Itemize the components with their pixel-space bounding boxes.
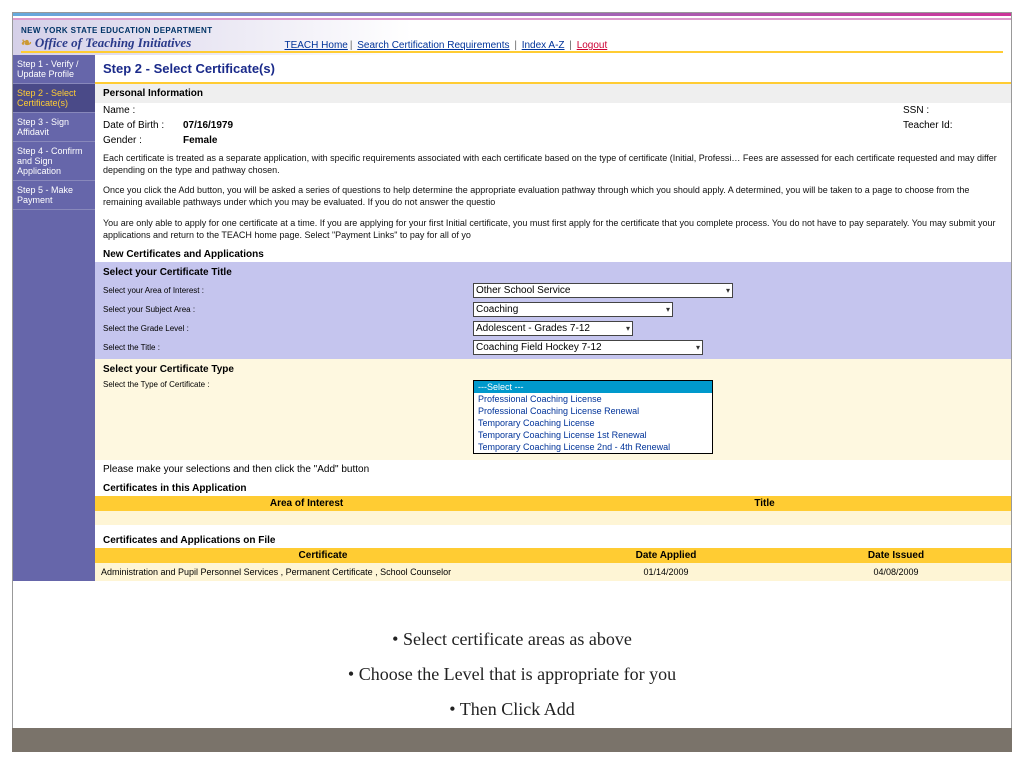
content-area: Step 2 - Select Certificate(s) Personal … bbox=[95, 55, 1011, 581]
file-col-issued: Date Issued bbox=[781, 548, 1011, 563]
cert-type-label: Select the Type of Certificate : bbox=[103, 380, 473, 389]
main-row: Step 1 - Verify / Update Profile Step 2 … bbox=[13, 55, 1011, 581]
app-col-title: Title bbox=[518, 496, 1011, 511]
certs-in-app-header: Certificates in this Application bbox=[95, 479, 1011, 496]
certs-on-file-header: Certificates and Applications on File bbox=[95, 531, 1011, 548]
dept-name: NEW YORK STATE EDUCATION DEPARTMENT bbox=[21, 26, 212, 35]
slide-bottom-bar bbox=[12, 728, 1012, 752]
file-cell-issued: 04/08/2009 bbox=[781, 563, 1011, 581]
instruction-para-1: Each certificate is treated as a separat… bbox=[95, 148, 1011, 180]
app-table-empty-row bbox=[95, 511, 1011, 525]
sidebar-step-1[interactable]: Step 1 - Verify / Update Profile bbox=[13, 55, 95, 84]
instruction-para-3: You are only able to apply for one certi… bbox=[95, 213, 1011, 245]
app-col-area: Area of Interest bbox=[95, 496, 518, 511]
cert-type-option-1[interactable]: Professional Coaching License bbox=[474, 393, 712, 405]
app-header: NEW YORK STATE EDUCATION DEPARTMENT ❧Off… bbox=[13, 20, 1011, 55]
app-table-header: Area of Interest Title bbox=[95, 496, 1011, 511]
sidebar-step-2[interactable]: Step 2 - Select Certificate(s) bbox=[13, 84, 95, 113]
teacher-id-label: Teacher Id: bbox=[903, 120, 1003, 131]
nav-home[interactable]: TEACH Home bbox=[284, 40, 347, 51]
pi-row-gender: Gender : Female bbox=[95, 133, 1011, 148]
subject-area-select[interactable]: Coaching▾ bbox=[473, 302, 673, 317]
file-col-cert: Certificate bbox=[95, 548, 551, 563]
chevron-down-icon: ▾ bbox=[696, 343, 700, 352]
area-interest-label: Select your Area of Interest : bbox=[103, 286, 473, 295]
nav-logout[interactable]: Logout bbox=[577, 40, 608, 51]
chevron-down-icon: ▾ bbox=[726, 286, 730, 295]
grade-level-label: Select the Grade Level : bbox=[103, 324, 473, 333]
bullet-3: Then Click Add bbox=[13, 699, 1011, 720]
sidebar: Step 1 - Verify / Update Profile Step 2 … bbox=[13, 55, 95, 581]
nav-links: TEACH Home| Search Certification Require… bbox=[282, 40, 609, 51]
file-cell-applied: 01/14/2009 bbox=[551, 563, 781, 581]
nav-index[interactable]: Index A-Z bbox=[522, 40, 565, 51]
slide-bullet-list: Select certificate areas as above Choose… bbox=[13, 619, 1011, 734]
dob-value: 07/16/1979 bbox=[183, 120, 523, 131]
bullet-2: Choose the Level that is appropriate for… bbox=[13, 664, 1011, 685]
cert-type-option-select[interactable]: ---Select --- bbox=[474, 381, 712, 393]
cert-type-select-open[interactable]: ---Select --- Professional Coaching Lice… bbox=[473, 380, 713, 454]
name-value bbox=[183, 105, 523, 116]
pi-row-dob: Date of Birth : 07/16/1979 Teacher Id: bbox=[95, 118, 1011, 133]
please-make-selections: Please make your selections and then cli… bbox=[95, 460, 1011, 479]
file-col-applied: Date Applied bbox=[551, 548, 781, 563]
select-cert-title-header: Select your Certificate Title bbox=[95, 264, 1011, 281]
file-cell-cert: Administration and Pupil Personnel Servi… bbox=[95, 563, 551, 581]
select-cert-type-header: Select your Certificate Type bbox=[95, 361, 1011, 378]
new-certs-header: New Certificates and Applications bbox=[95, 245, 1011, 262]
sidebar-step-3[interactable]: Step 3 - Sign Affidavit bbox=[13, 113, 95, 142]
step-title: Step 2 - Select Certificate(s) bbox=[95, 55, 1011, 84]
file-table-row: Administration and Pupil Personnel Servi… bbox=[95, 563, 1011, 581]
leaf-icon: ❧ bbox=[21, 35, 32, 50]
subject-area-label: Select your Subject Area : bbox=[103, 305, 473, 314]
select-cert-title-box: Select your Certificate Title Select you… bbox=[95, 262, 1011, 359]
field-grade-level: Select the Grade Level : Adolescent - Gr… bbox=[95, 319, 1011, 338]
gender-value: Female bbox=[183, 135, 523, 146]
nav-search[interactable]: Search Certification Requirements bbox=[357, 40, 509, 51]
chevron-down-icon: ▾ bbox=[666, 305, 670, 314]
grade-level-select[interactable]: Adolescent - Grades 7-12▾ bbox=[473, 321, 633, 336]
chevron-down-icon: ▾ bbox=[626, 324, 630, 333]
logo-block: NEW YORK STATE EDUCATION DEPARTMENT ❧Off… bbox=[21, 26, 212, 51]
cert-type-option-3[interactable]: Temporary Coaching License bbox=[474, 417, 712, 429]
field-area-interest: Select your Area of Interest : Other Sch… bbox=[95, 281, 1011, 300]
accent-bar-1 bbox=[13, 13, 1011, 16]
select-cert-type-box: Select your Certificate Type Select the … bbox=[95, 359, 1011, 460]
cert-type-option-2[interactable]: Professional Coaching License Renewal bbox=[474, 405, 712, 417]
the-title-select[interactable]: Coaching Field Hockey 7-12▾ bbox=[473, 340, 703, 355]
slide-frame: NEW YORK STATE EDUCATION DEPARTMENT ❧Off… bbox=[12, 12, 1012, 752]
bullet-1: Select certificate areas as above bbox=[13, 629, 1011, 650]
field-the-title: Select the Title : Coaching Field Hockey… bbox=[95, 338, 1011, 357]
area-interest-select[interactable]: Other School Service▾ bbox=[473, 283, 733, 298]
ssn-label: SSN : bbox=[903, 105, 1003, 116]
cert-type-option-5[interactable]: Temporary Coaching License 2nd - 4th Ren… bbox=[474, 441, 712, 453]
name-label: Name : bbox=[103, 105, 183, 116]
cert-type-option-4[interactable]: Temporary Coaching License 1st Renewal bbox=[474, 429, 712, 441]
file-table-header: Certificate Date Applied Date Issued bbox=[95, 548, 1011, 563]
sidebar-step-5[interactable]: Step 5 - Make Payment bbox=[13, 181, 95, 210]
gender-label: Gender : bbox=[103, 135, 183, 146]
office-name: ❧Office of Teaching Initiatives bbox=[21, 35, 212, 51]
the-title-label: Select the Title : bbox=[103, 343, 473, 352]
field-cert-type: Select the Type of Certificate : ---Sele… bbox=[95, 378, 1011, 460]
field-subject-area: Select your Subject Area : Coaching▾ bbox=[95, 300, 1011, 319]
instruction-para-2: Once you click the Add button, you will … bbox=[95, 180, 1011, 212]
personal-info-header: Personal Information bbox=[95, 84, 1011, 103]
dob-label: Date of Birth : bbox=[103, 120, 183, 131]
pi-row-name: Name : SSN : bbox=[95, 103, 1011, 118]
header-divider bbox=[21, 51, 1003, 53]
sidebar-step-4[interactable]: Step 4 - Confirm and Sign Application bbox=[13, 142, 95, 181]
